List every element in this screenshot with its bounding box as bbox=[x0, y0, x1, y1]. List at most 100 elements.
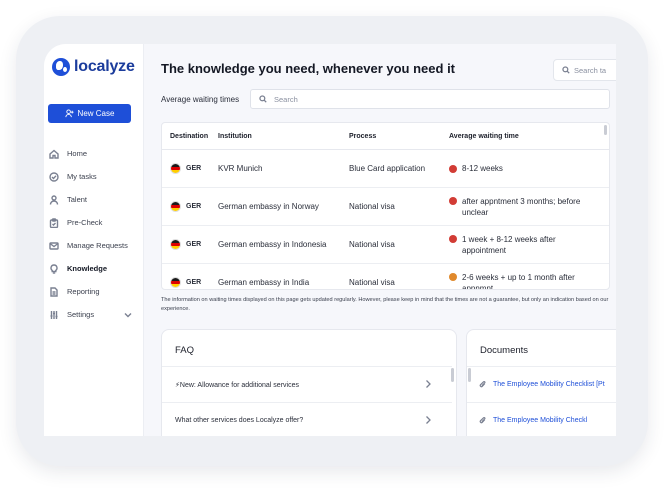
sidebar-item-home[interactable]: Home bbox=[48, 142, 140, 165]
document-link[interactable]: The Employee Mobility Checkl bbox=[467, 402, 616, 436]
germany-flag-icon bbox=[170, 163, 181, 174]
table-row[interactable]: GER German embassy in India National vis… bbox=[162, 264, 609, 290]
search-icon bbox=[259, 95, 267, 103]
column-header-institution[interactable]: Institution bbox=[218, 133, 349, 140]
documents-title: Documents bbox=[480, 345, 529, 356]
faq-scrollbar[interactable] bbox=[451, 368, 454, 382]
destination-cell: GER bbox=[162, 163, 218, 174]
chevron-right-icon bbox=[424, 379, 432, 389]
home-icon bbox=[48, 148, 60, 160]
faq-item-label: What other services does Localyze offer? bbox=[175, 417, 304, 424]
sidebar-item-my-tasks[interactable]: My tasks bbox=[48, 165, 140, 188]
waiting-time-text: after appntment 3 months; before unclear bbox=[462, 196, 581, 217]
sidebar-item-knowledge[interactable]: Knowledge bbox=[48, 257, 140, 280]
sliders-icon bbox=[48, 309, 60, 321]
sidebar-item-label: Settings bbox=[67, 310, 95, 319]
sidebar-item-talent[interactable]: Talent bbox=[48, 188, 140, 211]
app-window: localyze New Case Home My tasks Talent P… bbox=[44, 44, 616, 436]
waiting-time-cell: 2-6 weeks + up to 1 month after appnmnt bbox=[449, 272, 609, 290]
top-search-placeholder: Search ta bbox=[574, 65, 607, 75]
brand-logo[interactable]: localyze bbox=[52, 58, 135, 76]
waiting-times-disclaimer: The information on waiting times display… bbox=[161, 297, 609, 312]
waiting-time-cell: 8-12 weeks bbox=[449, 163, 609, 174]
sidebar-item-settings[interactable]: Settings bbox=[48, 303, 140, 326]
document-icon bbox=[48, 286, 60, 298]
table-row[interactable]: GER German embassy in Norway National vi… bbox=[162, 188, 609, 226]
table-row[interactable]: GER KVR Munich Blue Card application 8-1… bbox=[162, 150, 609, 188]
institution-cell: German embassy in India bbox=[218, 278, 310, 287]
clipboard-icon bbox=[48, 217, 60, 229]
sidebar: localyze New Case Home My tasks Talent P… bbox=[44, 44, 144, 436]
destination-code: GER bbox=[186, 241, 202, 248]
sidebar-item-pre-check[interactable]: Pre-Check bbox=[48, 211, 140, 234]
waiting-time-cell: 1 week + 8-12 weeks after appointment bbox=[449, 234, 609, 256]
waiting-time-text: 1 week + 8-12 weeks after appointment bbox=[462, 234, 556, 255]
destination-cell: GER bbox=[162, 201, 218, 212]
faq-item[interactable]: What other services does Localyze offer? bbox=[162, 402, 452, 436]
waiting-times-label: Average waiting times bbox=[161, 95, 240, 104]
chevron-down-icon[interactable] bbox=[124, 311, 132, 319]
germany-flag-icon bbox=[170, 239, 181, 250]
add-user-icon bbox=[64, 109, 74, 118]
sidebar-item-reporting[interactable]: Reporting bbox=[48, 280, 140, 303]
user-icon bbox=[48, 194, 60, 206]
institution-cell: KVR Munich bbox=[218, 164, 263, 173]
main-content: The knowledge you need, whenever you nee… bbox=[145, 44, 616, 436]
faq-card: FAQ ⚡New: Allowance for additional servi… bbox=[161, 329, 457, 436]
institution-cell: German embassy in Norway bbox=[218, 202, 319, 211]
institution-cell: German embassy in Indonesia bbox=[218, 240, 327, 249]
sidebar-item-label: Reporting bbox=[67, 287, 100, 296]
sidebar-item-label: Talent bbox=[67, 195, 88, 204]
column-header-waiting-time[interactable]: Average waiting time bbox=[449, 133, 609, 140]
chevron-right-icon bbox=[424, 415, 432, 425]
waiting-times-search-placeholder: Search bbox=[274, 94, 298, 104]
waiting-time-text: 8-12 weeks bbox=[462, 164, 503, 173]
waiting-times-table: Destination Institution Process Average … bbox=[161, 122, 610, 290]
destination-code: GER bbox=[186, 279, 202, 286]
waiting-time-cell: after appntment 3 months; before unclear bbox=[449, 196, 609, 218]
destination-cell: GER bbox=[162, 277, 218, 288]
document-link[interactable]: The Employee Mobility Checklist [Pt bbox=[467, 366, 616, 402]
column-header-destination[interactable]: Destination bbox=[162, 133, 218, 140]
status-dot-icon bbox=[449, 273, 457, 281]
destination-code: GER bbox=[186, 203, 202, 210]
table-scrollbar[interactable] bbox=[604, 125, 607, 135]
sidebar-nav: Home My tasks Talent Pre-Check Manage Re… bbox=[48, 142, 140, 326]
waiting-times-search-input[interactable]: Search bbox=[250, 89, 610, 109]
top-search-input[interactable]: Search ta bbox=[553, 59, 616, 81]
page-title: The knowledge you need, whenever you nee… bbox=[161, 61, 456, 76]
sidebar-item-label: Pre-Check bbox=[67, 218, 103, 227]
process-cell: National visa bbox=[349, 202, 395, 211]
new-case-button[interactable]: New Case bbox=[48, 104, 131, 123]
germany-flag-icon bbox=[170, 277, 181, 288]
process-cell: National visa bbox=[349, 240, 395, 249]
faq-item-label: ⚡New: Allowance for additional services bbox=[175, 381, 299, 389]
document-link-label: The Employee Mobility Checklist [Pt bbox=[493, 381, 605, 388]
sidebar-item-manage-requests[interactable]: Manage Requests bbox=[48, 234, 140, 257]
sidebar-item-label: My tasks bbox=[67, 172, 97, 181]
faq-item[interactable]: ⚡New: Allowance for additional services bbox=[162, 366, 452, 402]
search-icon bbox=[562, 66, 570, 74]
waiting-time-text: 2-6 weeks + up to 1 month after appnmnt bbox=[462, 272, 575, 290]
new-case-label: New Case bbox=[77, 109, 115, 118]
lightbulb-icon bbox=[48, 263, 60, 275]
status-dot-icon bbox=[449, 197, 457, 205]
paperclip-icon bbox=[479, 380, 486, 388]
documents-scrollbar[interactable] bbox=[468, 368, 471, 382]
destination-code: GER bbox=[186, 165, 202, 172]
paperclip-icon bbox=[479, 416, 486, 424]
globe-logo-icon bbox=[52, 58, 70, 76]
documents-card: Documents The Employee Mobility Checklis… bbox=[466, 329, 616, 436]
mail-icon bbox=[48, 240, 60, 252]
process-cell: Blue Card application bbox=[349, 164, 426, 173]
table-header: Destination Institution Process Average … bbox=[162, 123, 609, 150]
process-cell: National visa bbox=[349, 278, 395, 287]
sidebar-item-label: Home bbox=[67, 149, 88, 158]
column-header-process[interactable]: Process bbox=[349, 133, 449, 140]
sidebar-item-label: Manage Requests bbox=[67, 241, 128, 250]
table-row[interactable]: GER German embassy in Indonesia National… bbox=[162, 226, 609, 264]
brand-name: localyze bbox=[74, 58, 135, 75]
status-dot-icon bbox=[449, 235, 457, 243]
status-dot-icon bbox=[449, 164, 457, 173]
document-link-label: The Employee Mobility Checkl bbox=[493, 417, 588, 424]
